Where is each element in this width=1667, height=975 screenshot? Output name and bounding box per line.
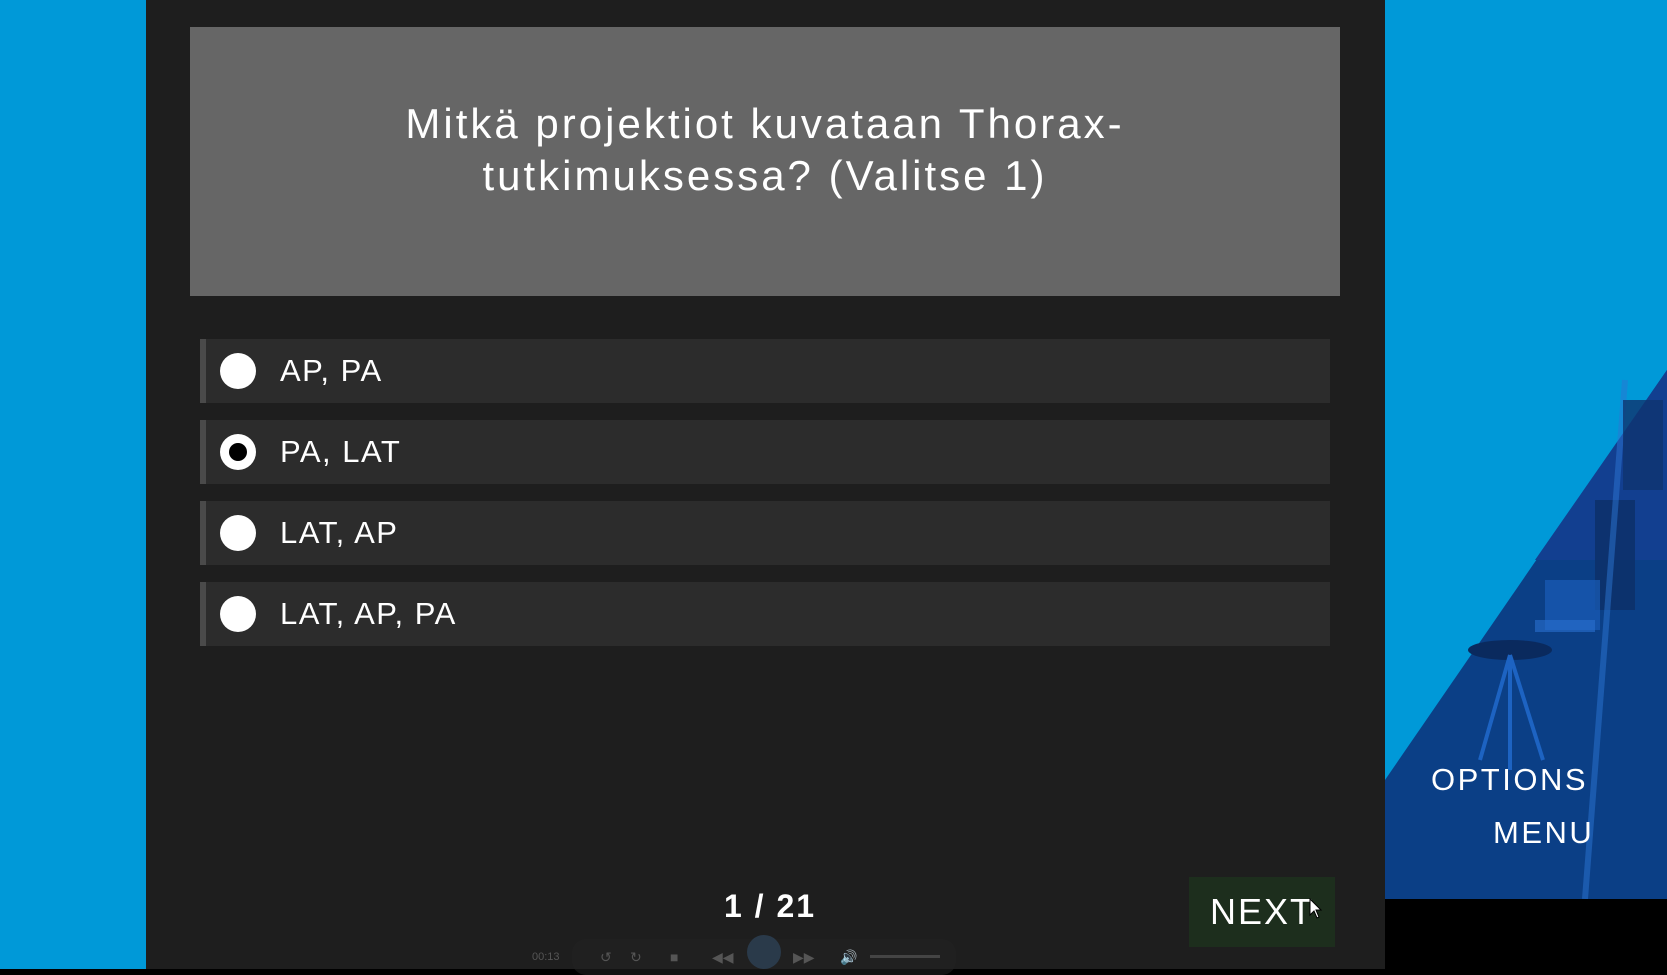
answer-option-3[interactable]: LAT, AP	[200, 501, 1330, 565]
radio-button-selected[interactable]	[220, 434, 256, 470]
skip-back-icon[interactable]: ◀◀	[712, 949, 734, 966]
answer-option-label: PA, LAT	[280, 434, 402, 469]
volume-slider[interactable]	[870, 955, 940, 958]
pause-icon[interactable]	[747, 935, 781, 969]
player-time: 00:13	[532, 951, 560, 963]
question-box: Mitkä projektiot kuvataan Thorax-tutkimu…	[190, 27, 1340, 296]
bottom-right-black-area	[1385, 899, 1667, 969]
radio-button[interactable]	[220, 596, 256, 632]
answer-option-2[interactable]: PA, LAT	[200, 420, 1330, 484]
answer-option-label: LAT, AP	[280, 515, 399, 550]
answer-option-1[interactable]: AP, PA	[200, 339, 1330, 403]
question-text: Mitkä projektiot kuvataan Thorax-tutkimu…	[405, 99, 1125, 199]
mouse-cursor-icon	[1309, 898, 1323, 919]
progress-counter: 1 / 21	[723, 888, 817, 924]
volume-icon[interactable]: 🔊	[840, 949, 857, 966]
menu-link[interactable]: MENU	[1493, 815, 1594, 851]
radio-button[interactable]	[220, 353, 256, 389]
rewind-icon[interactable]: ↺	[600, 949, 612, 966]
answer-option-label: AP, PA	[280, 353, 383, 388]
replay-icon[interactable]: ↻	[630, 949, 642, 966]
skip-forward-icon[interactable]: ▶▶	[793, 949, 815, 966]
radio-button[interactable]	[220, 515, 256, 551]
left-background-band	[0, 0, 146, 969]
options-menu-link[interactable]: OPTIONS	[1431, 762, 1588, 798]
answer-option-label: LAT, AP, PA	[280, 596, 457, 631]
stop-icon[interactable]: ■	[670, 949, 678, 965]
answer-option-4[interactable]: LAT, AP, PA	[200, 582, 1330, 646]
